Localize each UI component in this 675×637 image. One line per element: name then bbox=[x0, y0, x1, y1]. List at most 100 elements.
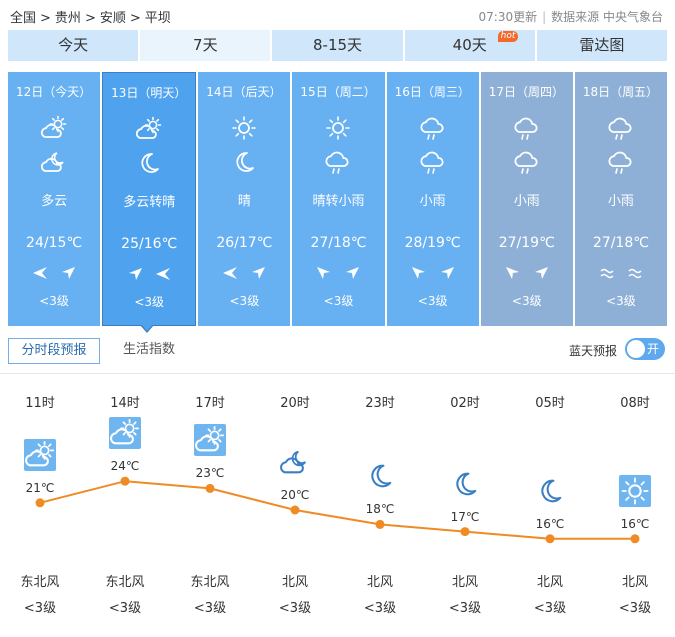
toggle-on-label: 开 bbox=[646, 342, 659, 356]
hour-temperature: 18℃ bbox=[365, 502, 395, 517]
hour-wind-direction: 北风 bbox=[621, 575, 648, 590]
day-date: 16日（周三） bbox=[394, 85, 470, 99]
day-condition: 晴转小雨 bbox=[312, 194, 365, 209]
day-card[interactable]: 12日（今天） 多云 24/15℃ <3级 bbox=[8, 72, 101, 326]
tab-label: 8-15天 bbox=[312, 36, 363, 54]
hour-label: 02时 bbox=[450, 396, 480, 411]
life-index-tab[interactable]: 生活指数 bbox=[123, 338, 175, 364]
day-date: 14日（后天） bbox=[206, 85, 282, 99]
tab-8-15day[interactable]: 8-15天 bbox=[272, 30, 403, 61]
temperature-point bbox=[630, 534, 640, 544]
day-date: 12日（今天） bbox=[16, 85, 92, 99]
rain-cloud-icon bbox=[419, 148, 447, 176]
tab-label: 今天 bbox=[58, 36, 89, 54]
hour-temperature: 17℃ bbox=[450, 509, 480, 524]
bluesky-toggle[interactable]: 开 bbox=[625, 338, 665, 360]
hour-label: 20时 bbox=[280, 396, 310, 411]
partly-cloudy-night-icon bbox=[279, 446, 311, 478]
day-wind-directions bbox=[575, 265, 667, 279]
temperature-point bbox=[35, 498, 45, 508]
day-wind-level: <3级 bbox=[323, 294, 354, 308]
day-temperature: 28/19℃ bbox=[404, 235, 461, 251]
data-source: 数据来源 中央气象台 bbox=[551, 10, 663, 24]
hour-wind-direction: 北风 bbox=[536, 575, 563, 590]
breadcrumb: 全国 > 贵州 > 安顺 > 平坝 bbox=[10, 7, 171, 26]
day-wind-level: <3级 bbox=[134, 295, 165, 309]
divider: | bbox=[542, 10, 547, 24]
hour-temperature: 24℃ bbox=[110, 459, 140, 474]
hour-label: 11时 bbox=[25, 396, 55, 411]
hour-wind-level: <3级 bbox=[23, 601, 57, 616]
tab-radar[interactable]: 雷达图 bbox=[536, 30, 668, 61]
breadcrumb-province[interactable]: 贵州 bbox=[55, 11, 81, 26]
hour-wind-level: <3级 bbox=[193, 601, 227, 616]
hot-badge: hot bbox=[497, 31, 519, 42]
sun-icon bbox=[230, 114, 258, 142]
day-temperature: 27/18℃ bbox=[310, 235, 367, 251]
arrow-upright-icon bbox=[533, 265, 549, 279]
breadcrumb-country[interactable]: 全国 bbox=[10, 11, 36, 26]
forecast-tabs: 今天 7天 8-15天 40天 hot 雷达图 bbox=[8, 30, 668, 61]
day-temperature: 27/18℃ bbox=[592, 235, 649, 251]
hour-label: 08时 bbox=[620, 396, 650, 411]
day-condition: 小雨 bbox=[419, 194, 446, 209]
breadcrumb-sep: > bbox=[40, 11, 51, 26]
day-condition: 多云 bbox=[41, 194, 68, 209]
breadcrumb-city[interactable]: 安顺 bbox=[100, 11, 126, 26]
tab-40day[interactable]: 40天 hot bbox=[404, 30, 535, 61]
sun-icon bbox=[324, 114, 352, 142]
rain-cloud-icon bbox=[607, 148, 635, 176]
moon-icon bbox=[449, 468, 481, 500]
day-wind-directions bbox=[387, 265, 479, 279]
day-date: 17日（周四） bbox=[488, 85, 564, 99]
tab-label: 40天 bbox=[452, 36, 487, 54]
day-card[interactable]: 14日（后天） 晴 26/17℃ <3级 bbox=[198, 72, 291, 326]
hour-wind-direction: 东北风 bbox=[190, 575, 230, 590]
temperature-point bbox=[545, 534, 555, 544]
arrow-left-icon bbox=[155, 266, 171, 280]
update-time: 07:30更新 bbox=[478, 10, 538, 24]
rain-cloud-icon bbox=[513, 148, 541, 176]
hourly-forecast-tab[interactable]: 分时段预报 bbox=[8, 338, 100, 364]
hourly-forecast: 11时 21℃ 东北风 <3级 14时 24℃ 东北风 <3级 17时 23℃ 东北风 <3级 20时 2… bbox=[0, 374, 675, 637]
day-temperature: 26/17℃ bbox=[216, 235, 273, 251]
arrow-upright-icon bbox=[127, 266, 143, 280]
day-card[interactable]: 16日（周三） 小雨 28/19℃ <3级 bbox=[386, 72, 479, 326]
tab-7day[interactable]: 7天 bbox=[140, 30, 271, 61]
hour-label: 17时 bbox=[195, 396, 225, 411]
partly-cloudy-day-icon bbox=[109, 417, 141, 450]
day-wind-directions bbox=[198, 265, 290, 279]
day-card[interactable]: 18日（周五） 小雨 27/18℃ <3级 bbox=[574, 72, 667, 326]
hour-temperature: 20℃ bbox=[280, 488, 310, 502]
day-wind-directions bbox=[292, 265, 384, 279]
arrow-upright-icon bbox=[439, 265, 455, 279]
moon-icon bbox=[230, 148, 258, 176]
arrow-upleft-icon bbox=[316, 265, 332, 279]
day-condition: 小雨 bbox=[513, 194, 540, 209]
tab-today[interactable]: 今天 bbox=[8, 30, 139, 61]
temperature-point bbox=[120, 476, 130, 486]
breadcrumb-sep: > bbox=[129, 11, 141, 26]
partly-cloudy-night-icon bbox=[40, 148, 68, 176]
hour-temperature: 23℃ bbox=[195, 466, 225, 481]
day-wind-level: <3级 bbox=[606, 294, 636, 308]
day-card[interactable]: 17日（周四） 小雨 27/19℃ <3级 bbox=[480, 72, 573, 326]
moon-icon bbox=[364, 460, 396, 492]
day-date: 18日（周五） bbox=[582, 85, 659, 99]
day-condition: 多云转晴 bbox=[123, 195, 176, 210]
arrow-left-icon bbox=[32, 265, 48, 279]
temperature-point bbox=[375, 519, 385, 529]
hour-wind-direction: 东北风 bbox=[20, 575, 60, 590]
day-temperature: 24/15℃ bbox=[26, 235, 83, 251]
day-card[interactable]: 13日（明天） 多云转晴 25/16℃ <3级 bbox=[102, 72, 197, 326]
arrow-upright-icon bbox=[344, 265, 360, 279]
rain-cloud-icon bbox=[607, 114, 635, 142]
hour-label: 23时 bbox=[365, 396, 395, 411]
toggle-knob bbox=[627, 340, 645, 358]
hour-temperature: 16℃ bbox=[535, 516, 565, 531]
day-date: 15日（周二） bbox=[300, 85, 376, 99]
day-temperature: 27/19℃ bbox=[498, 235, 555, 251]
day-wind-level: <3级 bbox=[417, 294, 448, 308]
day-card[interactable]: 15日（周二） 晴转小雨 27/18℃ <3级 bbox=[292, 72, 385, 326]
day-wind-directions bbox=[8, 265, 100, 279]
